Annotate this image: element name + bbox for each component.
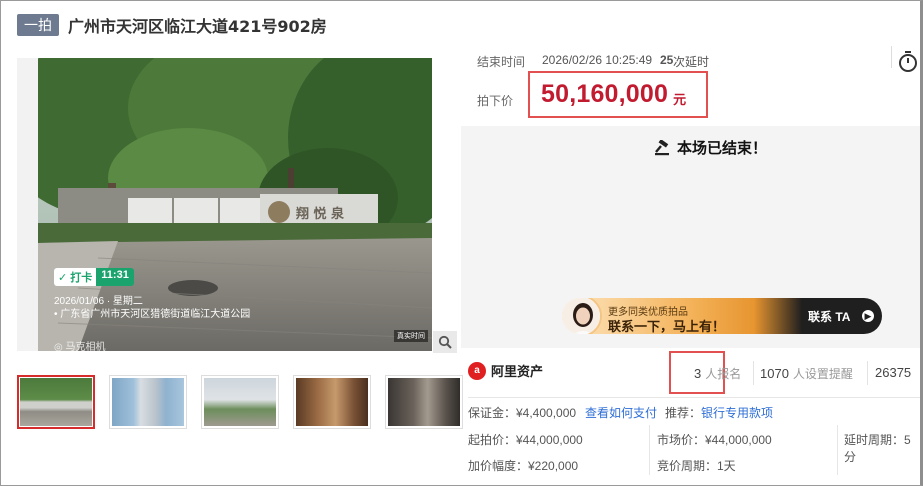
recommend-row: 推荐：银行专用款项 [665,406,774,420]
divider [468,397,920,398]
price-label: 拍下价 [477,94,514,108]
delay-period: 延时周期：5分 [844,433,911,464]
svg-text:翔 悦 泉: 翔 悦 泉 [295,206,345,222]
delay-label: 次延时 [673,55,710,69]
contact-button[interactable]: 联系 TA [808,308,850,325]
auction-info: 结束时间 2026/02/26 10:25:49 25 次延时 拍下价 50,1… [458,46,920,126]
divider [891,46,892,68]
end-time-value: 2026/02/26 10:25:49 [542,53,653,67]
bank-funds-link[interactable]: 银行专用款项 [701,406,773,420]
gavel-icon [655,139,669,155]
thumbnail-4[interactable] [293,375,371,429]
price-unit: 元 [673,91,687,107]
divider [837,425,838,475]
market-price: 市场价：¥44,000,000 [657,433,772,447]
checkin-time: 11:31 [96,268,134,286]
divider [867,361,868,385]
promo-headline: 联系一下，马上有！ [608,320,726,334]
agent-avatar [562,298,602,334]
signup-stat: 3 人报名 [694,366,742,381]
start-price: 起拍价：¥44,000,000 [468,433,583,447]
divider [753,361,754,385]
view-stat: 26375 [875,365,912,380]
arrow-right-icon: ▶ [862,310,874,322]
bid-period: 竞价周期：1天 [657,459,736,473]
divider [649,425,650,475]
real-time-badge: 真实时间 [394,330,428,342]
thumbnail-5[interactable] [385,375,463,429]
agent-portrait [562,298,600,334]
reminder-stat: 1070 人设置提醒 [760,366,853,381]
magnifier-icon [438,335,452,349]
camera-watermark: ◎ 马克相机 [54,342,106,351]
end-time-label: 结束时间 [477,55,526,69]
final-price: 50,160,000 [541,80,669,108]
thumbnail-3[interactable] [201,375,279,429]
checkin-badge: ✓ 打卡 11:31 [54,268,134,286]
photo-date: 2026/01/06 · 星期二 [54,296,143,307]
auction-ended-status: 本场已结束！ [654,137,767,158]
main-photo[interactable]: 翔 悦 泉 THE RIVERVIEW ✓ 打卡 11:31 2026/01/0… [38,58,432,351]
gallery-prev-area[interactable] [17,58,38,351]
ali-assets-logo-icon: a [468,361,486,380]
title-row: 一拍 广州市天河区临江大道421号902房 [17,13,327,37]
auction-status-area: 本场已结束！ 更多同类优质拍品 联系一下，马上有！ 联系 TA ▶ [461,126,920,348]
payment-help-link[interactable]: 查看如何支付 [585,404,657,421]
page-title: 广州市天河区临江大道421号902房 [68,17,327,36]
thumbnail-strip [17,375,463,429]
contact-promo-banner[interactable]: 更多同类优质拍品 联系一下，马上有！ 联系 TA ▶ [562,298,882,334]
photo-location: • 广东省广州市天河区猎德街道临江大道公园 [54,309,251,320]
deposit-row: 保证金：¥4,400,000 [468,406,577,420]
platform-name: 阿里资产 [491,365,544,380]
zoom-button[interactable] [433,331,457,353]
thumbnail-1[interactable] [17,375,95,429]
platform-brand[interactable]: a 阿里资产 [468,361,543,380]
round-badge: 一拍 [17,14,59,36]
thumbnail-2[interactable] [109,375,187,429]
final-price-box: 50,160,000 元 [528,71,708,118]
timer-icon[interactable] [896,48,918,74]
bid-increment: 加价幅度：¥220,000 [468,459,579,473]
auction-detail-panel: 一拍 广州市天河区临江大道421号902房 翔 悦 泉 ✓ 打卡 11:31 2… [0,0,923,486]
checkin-label: ✓ 打卡 [54,268,97,286]
delay-count: 25 [660,53,674,67]
